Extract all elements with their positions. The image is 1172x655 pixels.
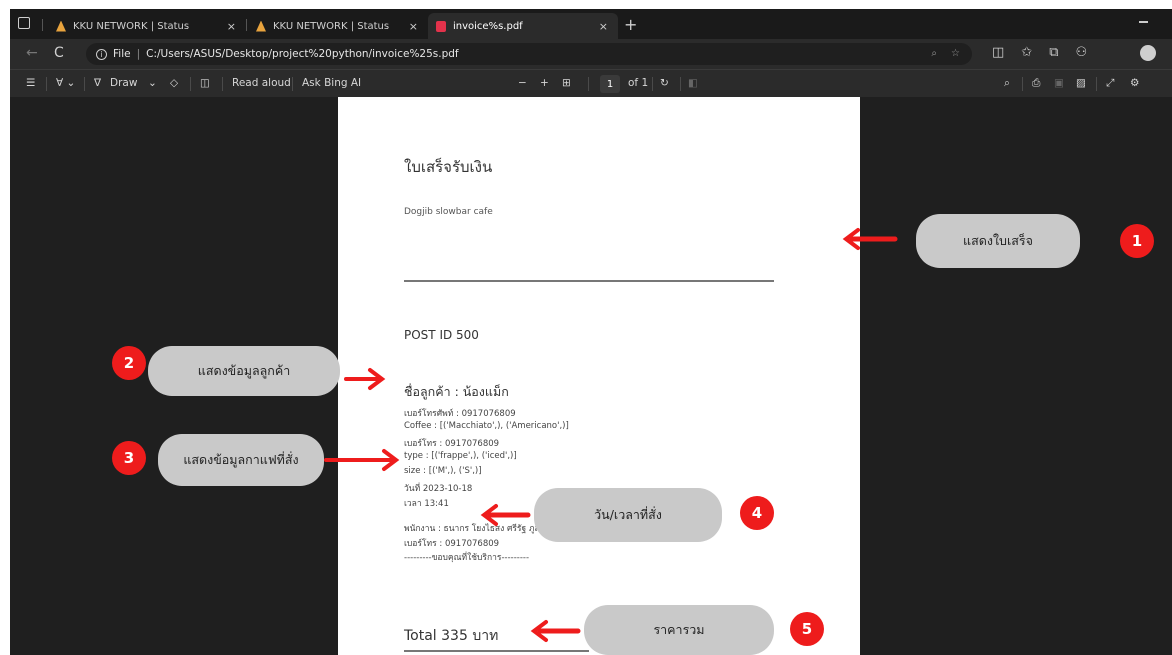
draw-icon[interactable]: ∇	[94, 77, 101, 89]
receipt-line-staff-phone: เบอร์โทร : 0917076809	[404, 539, 500, 549]
toolbar-separator	[292, 77, 293, 91]
draw-dropdown-icon[interactable]: ⌄	[148, 77, 157, 89]
callout-pill-2: แสดงข้อมูลลูกค้า	[148, 346, 340, 396]
toolbar-separator	[1096, 77, 1097, 91]
browser-window: KKU NETWORK | Status × KKU NETWORK | Sta…	[10, 9, 1172, 655]
tab-close-icon[interactable]: ×	[409, 20, 418, 33]
omnibox-actions: ⌕ ☆	[931, 48, 960, 59]
toolbar-separator	[588, 77, 589, 91]
receipt-line-phone-2: เบอร์โทร : 0917076809	[404, 439, 500, 449]
tab-kku-status-2[interactable]: KKU NETWORK | Status ×	[248, 13, 428, 39]
receipt-page: ใบเสร็จรับเงิน Dogjib slowbar cafe POST …	[338, 97, 860, 655]
refresh-icon[interactable]: C	[54, 45, 64, 61]
callout-number-1: 1	[1120, 224, 1154, 258]
tab-separator	[42, 19, 43, 31]
receipt-line-time: เวลา 13:41	[404, 499, 449, 509]
zoom-search-icon[interactable]: ⌕	[931, 48, 937, 59]
back-arrow-icon[interactable]: ←	[26, 45, 38, 61]
receipt-total: Total 335 บาท	[404, 628, 499, 644]
callout-number-5: 5	[790, 612, 824, 646]
receipt-line-coffee: Coffee : [('Macchiato',), ('Americano',)…	[404, 421, 569, 431]
page-count: of 1	[628, 77, 649, 89]
profile-avatar[interactable]	[1140, 45, 1156, 61]
shop-name: Dogjib slowbar cafe	[404, 207, 493, 217]
draw-button[interactable]: Draw	[110, 77, 137, 89]
callout-number-2: 2	[112, 346, 146, 380]
receipt-line-staff: พนักงาน : ธนากร โยงไธสง ศรีรัฐ ภูสถาน	[404, 524, 556, 534]
toolbar-separator	[680, 77, 681, 91]
callout-number-3: 3	[112, 441, 146, 475]
tab-actions-icon[interactable]	[18, 17, 30, 29]
pdf-search-icon[interactable]: ⌕	[1004, 77, 1010, 90]
tab-strip: KKU NETWORK | Status × KKU NETWORK | Sta…	[10, 9, 1172, 39]
save-as-icon[interactable]: ▨	[1076, 77, 1086, 89]
browser-toolbar-icons: ◫ ✩ ⧉ ⚇	[992, 45, 1087, 60]
tab-invoice-pdf[interactable]: invoice%s.pdf ×	[428, 13, 618, 39]
address-divider: |	[136, 48, 141, 60]
callout-pill-5: ราคารวม	[584, 605, 774, 655]
receipt-line-size: size : [('M',), ('S',)]	[404, 466, 482, 476]
toolbar-separator	[1022, 77, 1023, 91]
split-screen-icon[interactable]: ◫	[992, 45, 1004, 60]
erase-icon[interactable]: ◇	[170, 77, 178, 89]
favorites-icon[interactable]: ✩	[1021, 45, 1032, 60]
extensions-icon[interactable]: ⚇	[1076, 45, 1088, 60]
callout-pill-3: แสดงข้อมูลกาแฟที่สั่ง	[158, 434, 324, 486]
tab-title: invoice%s.pdf	[453, 20, 523, 32]
tab-separator	[246, 19, 247, 31]
toolbar-separator	[222, 77, 223, 91]
tab-close-icon[interactable]: ×	[227, 20, 236, 33]
rotate-icon[interactable]: ↻	[660, 77, 669, 89]
kku-favicon-icon	[256, 20, 266, 32]
address-scheme: File	[113, 48, 131, 60]
receipt-line-date: วันที่ 2023-10-18	[404, 484, 473, 494]
pdf-settings-gear-icon[interactable]: ⚙	[1130, 77, 1139, 89]
ask-bing-button[interactable]: Ask Bing AI	[302, 77, 361, 89]
info-icon[interactable]: i	[96, 48, 107, 60]
callout-number-4: 4	[740, 496, 774, 530]
receipt-line-phone: เบอร์โทรศัพท์ : 0917076809	[404, 409, 516, 419]
minimize-button[interactable]	[1139, 21, 1148, 23]
callout-pill-4: วัน/เวลาที่สั่ง	[534, 488, 722, 542]
address-url[interactable]: C:/Users/ASUS/Desktop/project%20python/i…	[146, 48, 459, 60]
address-row: ← C i File | C:/Users/ASUS/Desktop/proje…	[10, 39, 1172, 69]
page-view-icon[interactable]: ◫	[200, 77, 210, 89]
toolbar-separator	[190, 77, 191, 91]
tab-title: KKU NETWORK | Status	[73, 20, 190, 32]
fullscreen-icon[interactable]: ⤢	[1106, 77, 1114, 90]
toolbar-separator	[652, 77, 653, 91]
zoom-out-button[interactable]: −	[518, 77, 527, 89]
toolbar-separator	[84, 77, 85, 91]
tab-kku-status-1[interactable]: KKU NETWORK | Status ×	[48, 13, 246, 39]
read-aloud-button[interactable]: Read aloud	[232, 77, 291, 89]
pdf-favicon-icon	[436, 20, 446, 32]
receipt-title: ใบเสร็จรับเงิน	[404, 158, 493, 176]
contents-icon[interactable]: ☰	[26, 77, 35, 89]
print-icon[interactable]: ⎙	[1032, 77, 1040, 90]
customer-name: ชื่อลูกค้า : น้องแม็ก	[404, 384, 509, 399]
page-number-input[interactable]: 1	[600, 75, 620, 93]
collections-icon[interactable]: ⧉	[1049, 45, 1058, 60]
pdf-toolbar: ☰ ∀ ⌄ ∇ Draw ⌄ ◇ ◫ Read aloud Ask Bing A…	[10, 69, 1172, 97]
callout-pill-1: แสดงใบเสร็จ	[916, 214, 1080, 268]
tab-close-icon[interactable]: ×	[599, 20, 608, 33]
post-id: POST ID 500	[404, 328, 479, 342]
receipt-line-thanks: ---------ขอบคุณที่ใช้บริการ---------	[404, 553, 530, 563]
toolbar-separator	[46, 77, 47, 91]
total-underline	[404, 650, 589, 652]
address-bar[interactable]: i File | C:/Users/ASUS/Desktop/project%2…	[86, 43, 972, 65]
zoom-in-button[interactable]: +	[540, 77, 549, 89]
tab-title: KKU NETWORK | Status	[273, 20, 390, 32]
two-page-icon[interactable]: ◧	[688, 77, 698, 89]
receipt-line-type: type : [('frappe',), ('iced',)]	[404, 451, 517, 461]
highlight-icon[interactable]: ∀ ⌄	[56, 77, 75, 89]
new-tab-button[interactable]: +	[624, 15, 637, 34]
fit-page-icon[interactable]: ⊞	[562, 77, 571, 89]
receipt-divider	[404, 280, 774, 282]
favorite-star-icon[interactable]: ☆	[951, 48, 960, 59]
save-icon[interactable]: ▣	[1054, 77, 1064, 89]
kku-favicon-icon	[56, 20, 66, 32]
